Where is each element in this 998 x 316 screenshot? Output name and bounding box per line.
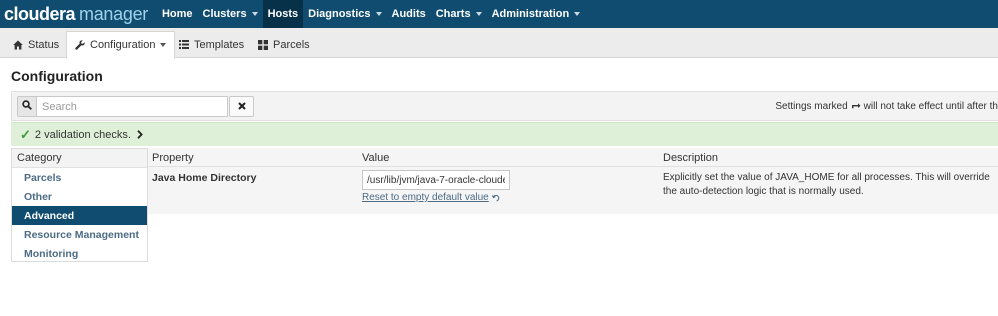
tab-configuration[interactable]: Configuration bbox=[66, 31, 176, 59]
close-icon bbox=[237, 101, 246, 113]
search-toolbar: Settings marked will not take effect unt… bbox=[11, 91, 998, 121]
tab-templates-label: Templates bbox=[194, 38, 245, 51]
chevron-down-icon bbox=[375, 12, 382, 16]
settings-note-text-rest: will not take effect until after th bbox=[863, 101, 998, 112]
nav-clusters-label: Clusters bbox=[202, 8, 247, 20]
nav-clusters[interactable]: Clusters bbox=[198, 0, 263, 28]
clear-search-button[interactable] bbox=[229, 96, 254, 117]
category-header: Category bbox=[12, 149, 147, 168]
search-input[interactable] bbox=[37, 96, 228, 117]
validation-checks-bar[interactable]: ✓ 2 validation checks. bbox=[11, 122, 998, 146]
refresh-icon bbox=[851, 102, 861, 111]
column-header-description: Description bbox=[663, 152, 719, 164]
chevron-down-icon bbox=[160, 43, 167, 47]
search-button[interactable] bbox=[17, 96, 37, 117]
nav-charts[interactable]: Charts bbox=[431, 0, 487, 28]
category-item-advanced[interactable]: Advanced bbox=[12, 206, 147, 225]
search-icon bbox=[22, 100, 32, 113]
checkmark-icon: ✓ bbox=[20, 126, 31, 142]
nav-administration-label: Administration bbox=[491, 8, 570, 20]
cloudera-manager-logo[interactable]: cloudera manager bbox=[0, 4, 148, 25]
parcels-icon bbox=[258, 39, 268, 50]
list-icon bbox=[179, 40, 189, 49]
reset-to-default-link[interactable]: Reset to empty default value bbox=[362, 192, 500, 203]
header-divider bbox=[148, 166, 998, 167]
tab-status[interactable]: Status bbox=[13, 31, 59, 58]
column-header-property: Property bbox=[152, 152, 194, 164]
settings-note-text: Settings marked bbox=[775, 101, 848, 112]
property-description: Explicitly set the value of JAVA_HOME fo… bbox=[663, 172, 990, 197]
category-item-monitoring[interactable]: Monitoring bbox=[12, 244, 147, 263]
validation-checks-label: 2 validation checks. bbox=[34, 128, 131, 141]
logo-text-manager: manager bbox=[79, 3, 148, 24]
tab-configuration-label: Configuration bbox=[90, 39, 156, 51]
logo-text-cloudera: cloudera bbox=[4, 3, 76, 24]
category-item-resource-management[interactable]: Resource Management bbox=[12, 225, 147, 244]
nav-administration[interactable]: Administration bbox=[487, 0, 586, 28]
category-item-parcels[interactable]: Parcels bbox=[12, 168, 147, 187]
nav-audits-label: Audits bbox=[391, 8, 426, 20]
java-home-directory-input[interactable] bbox=[362, 170, 510, 190]
settings-note: Settings marked will not take effect unt… bbox=[775, 101, 998, 112]
category-panel: Category Parcels Other Advanced Resource… bbox=[11, 148, 148, 262]
nav-charts-label: Charts bbox=[435, 8, 471, 20]
wrench-icon bbox=[75, 40, 85, 50]
page-title: Configuration bbox=[11, 68, 103, 84]
chevron-down-icon bbox=[574, 12, 581, 16]
nav-home-label: Home bbox=[161, 8, 193, 20]
tab-parcels[interactable]: Parcels bbox=[258, 31, 310, 58]
chevron-down-icon bbox=[475, 12, 482, 16]
column-header-value: Value bbox=[362, 152, 390, 164]
nav-home[interactable]: Home bbox=[157, 0, 198, 28]
undo-icon bbox=[491, 194, 500, 202]
top-navbar: cloudera manager Home Clusters Hosts Dia… bbox=[0, 0, 998, 28]
home-icon bbox=[13, 40, 23, 50]
category-item-other[interactable]: Other bbox=[12, 187, 147, 206]
nav-hosts[interactable]: Hosts bbox=[262, 0, 304, 28]
chevron-right-icon bbox=[137, 130, 143, 139]
nav-audits[interactable]: Audits bbox=[387, 0, 431, 28]
reset-to-default-label: Reset to empty default value bbox=[362, 192, 489, 203]
sub-tab-bar: Status Configuration Templates Parcels bbox=[0, 28, 998, 59]
tab-templates[interactable]: Templates bbox=[179, 31, 244, 58]
nav-diagnostics-label: Diagnostics bbox=[308, 8, 371, 20]
property-table: Property Value Description Java Home Dir… bbox=[148, 148, 998, 214]
chevron-down-icon bbox=[251, 12, 258, 16]
tab-parcels-label: Parcels bbox=[273, 38, 310, 51]
nav-diagnostics[interactable]: Diagnostics bbox=[303, 0, 386, 28]
property-name-java-home: Java Home Directory bbox=[152, 172, 257, 184]
tab-status-label: Status bbox=[28, 38, 60, 51]
nav-hosts-label: Hosts bbox=[267, 8, 299, 20]
